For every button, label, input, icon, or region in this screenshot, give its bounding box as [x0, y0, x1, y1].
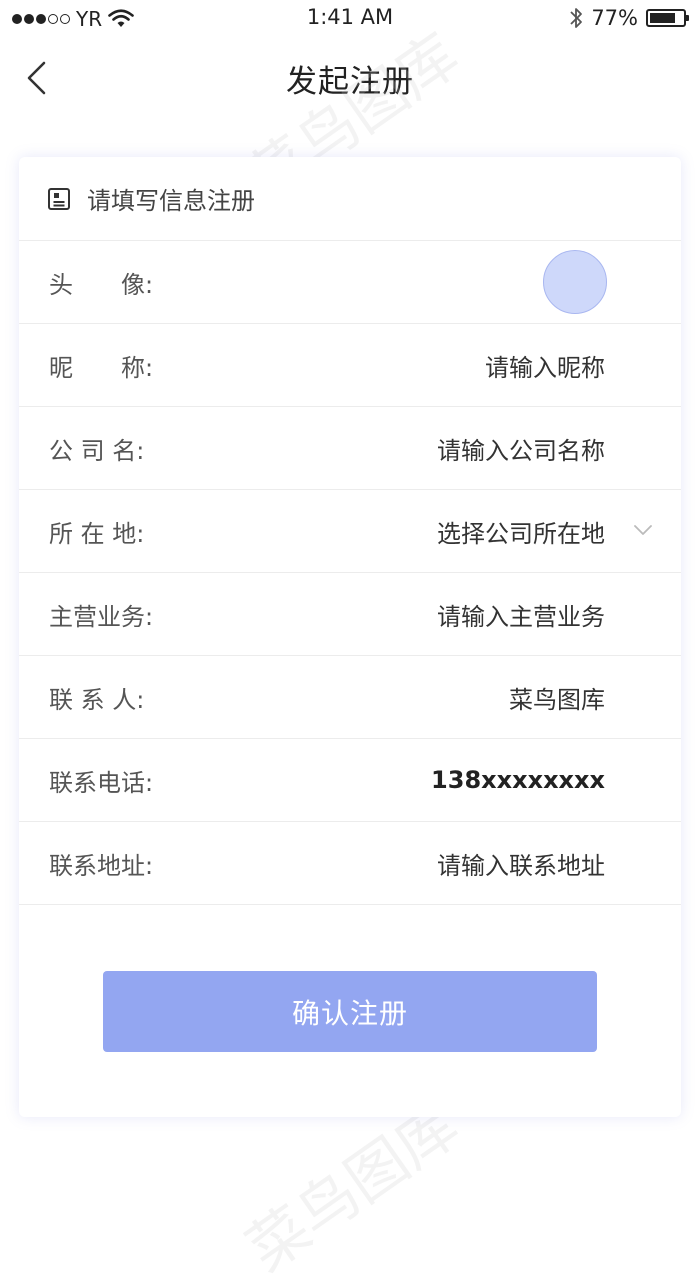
company-name-label: 公 司 名:	[49, 436, 145, 465]
confirm-register-button[interactable]: 确认注册	[103, 971, 597, 1052]
id-card-icon	[48, 187, 70, 210]
contact-phone-row[interactable]: 联系电话: 138xxxxxxxx	[19, 739, 681, 822]
main-business-label: 主营业务:	[49, 602, 154, 631]
nickname-label: 昵 称:	[49, 353, 154, 382]
navigation-bar: 发起注册	[0, 38, 700, 118]
contact-address-label: 联系地址:	[49, 851, 154, 880]
company-name-row[interactable]: 公 司 名: 请输入公司名称	[19, 407, 681, 490]
main-business-row[interactable]: 主营业务: 请输入主营业务	[19, 573, 681, 656]
avatar-label: 头 像:	[49, 270, 154, 299]
status-bar: YR 1:41 AM 77%	[0, 0, 700, 38]
card-header: 请填写信息注册	[19, 157, 681, 241]
chevron-down-icon[interactable]	[633, 523, 653, 537]
location-label: 所 在 地:	[49, 519, 145, 548]
location-select[interactable]: 选择公司所在地	[437, 514, 605, 549]
nickname-input[interactable]: 请输入昵称	[485, 348, 605, 383]
contact-address-row[interactable]: 联系地址: 请输入联系地址	[19, 822, 681, 905]
company-name-input[interactable]: 请输入公司名称	[437, 431, 605, 466]
main-business-input[interactable]: 请输入主营业务	[437, 597, 605, 632]
page-title: 发起注册	[286, 64, 414, 100]
bluetooth-icon	[570, 8, 583, 28]
nickname-row[interactable]: 昵 称: 请输入昵称	[19, 324, 681, 407]
registration-card: 请填写信息注册 头 像: 昵 称: 请输入昵称 公 司 名: 请输入公司名称 所…	[19, 157, 681, 1117]
contact-person-label: 联 系 人:	[49, 685, 145, 714]
contact-person-row[interactable]: 联 系 人: 菜鸟图库	[19, 656, 681, 739]
battery-level-fill	[650, 13, 675, 23]
location-row[interactable]: 所 在 地: 选择公司所在地	[19, 490, 681, 573]
battery-percent: 77%	[591, 6, 638, 30]
contact-phone-input[interactable]: 138xxxxxxxx	[431, 766, 605, 794]
status-right: 77%	[569, 6, 689, 30]
battery-icon	[646, 9, 689, 27]
card-header-title: 请填写信息注册	[87, 187, 255, 215]
contact-phone-label: 联系电话:	[49, 768, 154, 797]
avatar-row[interactable]: 头 像:	[19, 241, 681, 324]
contact-person-input[interactable]: 菜鸟图库	[509, 680, 605, 715]
avatar[interactable]	[543, 250, 607, 314]
contact-address-input[interactable]: 请输入联系地址	[437, 846, 605, 881]
